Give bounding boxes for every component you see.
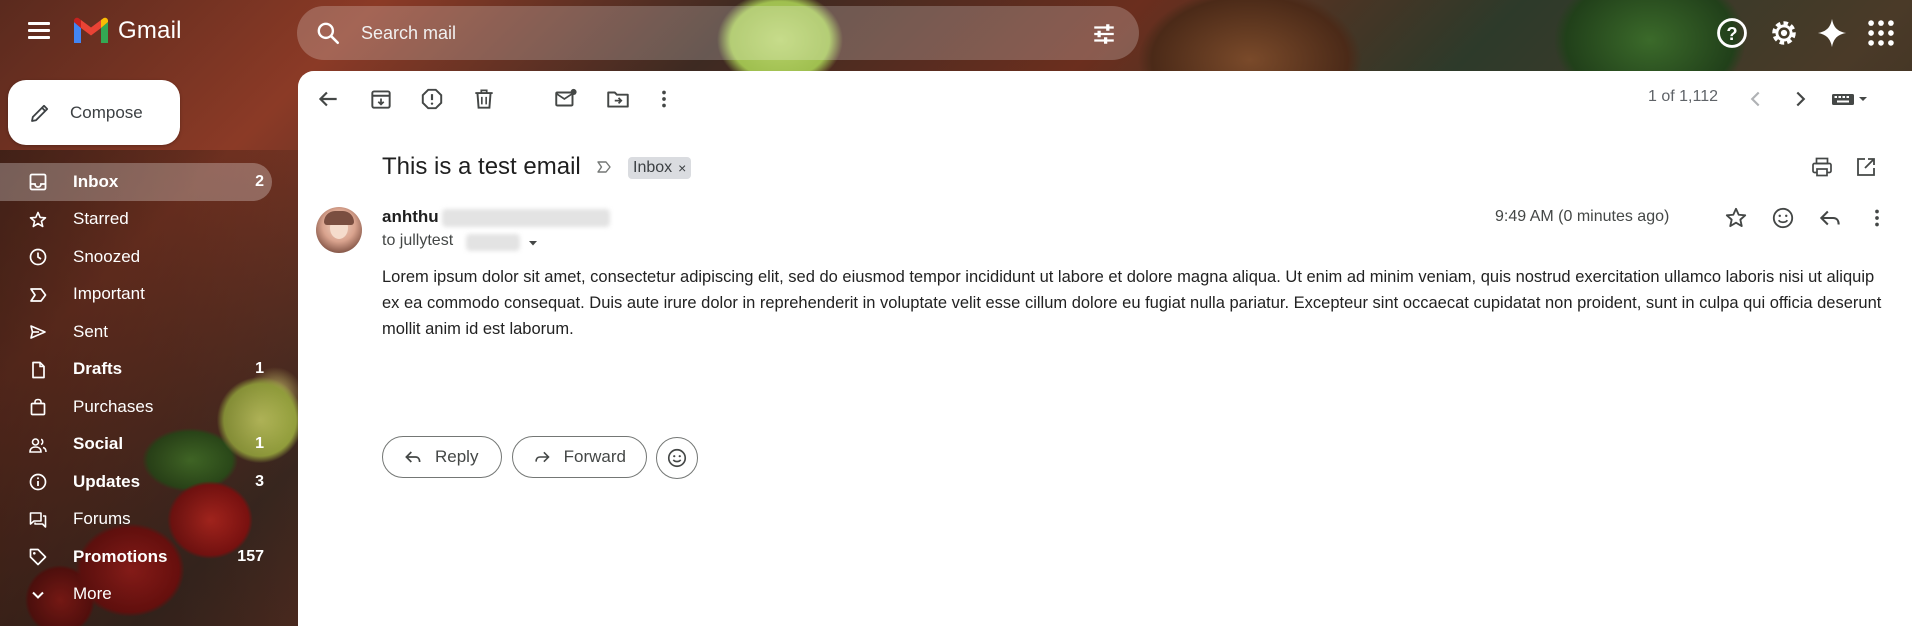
report-spam-icon[interactable] (419, 86, 445, 112)
compose-button[interactable]: Compose (8, 80, 180, 145)
main-menu-button[interactable] (24, 18, 54, 48)
people-icon (29, 437, 47, 453)
delete-trash-icon[interactable] (471, 86, 497, 112)
reply-label: Reply (435, 447, 479, 466)
sidebar-item-updates[interactable]: Updates 3 (0, 463, 272, 501)
settings-gear-icon[interactable] (1767, 16, 1801, 50)
importance-marker-icon[interactable] (595, 158, 613, 176)
clock-icon (29, 248, 47, 266)
inbox-label-chip: Inbox × (628, 157, 692, 179)
pagination-count: 1 of 1,112 (1648, 88, 1718, 105)
top-bar: Gmail ? (0, 0, 1912, 66)
forward-label: Forward (563, 447, 626, 466)
sidebar-item-more[interactable]: More (0, 576, 272, 614)
redacted-sender-email (442, 209, 610, 227)
sidebar-item-drafts[interactable]: Drafts 1 (0, 351, 272, 389)
add-reaction-emoji-icon[interactable] (1770, 205, 1796, 231)
info-icon (29, 473, 47, 491)
redacted-recipient (466, 234, 520, 251)
compose-label: Compose (70, 102, 143, 122)
star-icon (29, 211, 47, 227)
app-name: Gmail (118, 17, 182, 44)
move-to-folder-icon[interactable] (605, 86, 631, 112)
svg-text:?: ? (1726, 23, 1737, 44)
tag-icon (29, 548, 47, 566)
recipient-line: to jullytest (382, 232, 454, 249)
shopping-bag-icon (30, 398, 46, 416)
chevron-down-icon (32, 591, 44, 599)
sidebar-item-inbox[interactable]: Inbox 2 (0, 163, 272, 201)
sidebar-nav: Inbox 2 Starred Snoozed Important Sent D (0, 163, 272, 613)
sender-name[interactable]: anhthu (382, 207, 439, 227)
gmail-m-icon (74, 17, 108, 43)
archive-icon[interactable] (368, 86, 394, 112)
print-icon[interactable] (1810, 155, 1834, 179)
send-icon (30, 325, 46, 339)
remove-label-button[interactable]: × (678, 160, 686, 176)
older-chevron-right-icon[interactable] (1787, 86, 1813, 112)
more-vertical-icon[interactable] (651, 86, 677, 112)
search-icon[interactable] (315, 20, 341, 46)
reply-arrow-icon[interactable] (1817, 205, 1843, 231)
input-tools-keyboard-icon[interactable] (1830, 86, 1874, 112)
sidebar-item-starred[interactable]: Starred (0, 201, 272, 239)
search-options-icon[interactable] (1091, 21, 1117, 47)
show-details-caret-icon[interactable] (526, 236, 540, 250)
email-body: Lorem ipsum dolor sit amet, consectetur … (382, 268, 1882, 338)
sidebar-item-promotions[interactable]: Promotions 157 (0, 538, 272, 576)
email-toolbar: 1 of 1,112 (298, 71, 1912, 127)
forward-button[interactable]: Forward (512, 436, 647, 478)
forward-icon (535, 451, 550, 463)
gemini-sparkle-icon[interactable] (1815, 16, 1849, 50)
inbox-icon (29, 173, 47, 191)
search-input[interactable] (361, 18, 1061, 48)
back-arrow-icon[interactable] (315, 86, 341, 112)
draft-icon (32, 361, 45, 378)
sidebar-item-sent[interactable]: Sent (0, 313, 272, 351)
label-important-icon (30, 287, 47, 302)
sender-avatar[interactable] (316, 207, 362, 253)
sidebar-item-forums[interactable]: Forums (0, 501, 272, 539)
message-more-options-icon[interactable] (1864, 205, 1890, 231)
forum-icon (29, 511, 47, 528)
help-icon[interactable]: ? (1715, 16, 1749, 50)
sidebar-item-snoozed[interactable]: Snoozed (0, 238, 272, 276)
reply-icon (405, 451, 421, 463)
emoji-reaction-button[interactable] (656, 437, 698, 479)
star-toggle-icon[interactable] (1723, 205, 1749, 231)
email-view-panel: 1 of 1,112 This is a test email Inbox × … (298, 71, 1912, 626)
open-in-new-window-icon[interactable] (1854, 155, 1878, 179)
gmail-logo[interactable]: Gmail (72, 16, 182, 46)
smiley-icon (667, 448, 687, 468)
label-chip-text: Inbox (633, 159, 673, 176)
search-bar (297, 6, 1139, 60)
sidebar-item-important[interactable]: Important (0, 276, 272, 314)
reply-button[interactable]: Reply (382, 436, 502, 478)
email-subject: This is a test email (382, 153, 581, 180)
newer-chevron-left-icon[interactable] (1743, 86, 1769, 112)
sidebar-item-purchases[interactable]: Purchases (0, 388, 272, 426)
mark-unread-icon[interactable] (553, 86, 579, 112)
sidebar-item-social[interactable]: Social 1 (0, 426, 272, 464)
email-timestamp: 9:49 AM (0 minutes ago) (1495, 208, 1670, 225)
apps-grid-icon[interactable] (1864, 16, 1898, 50)
pencil-icon (31, 104, 49, 122)
